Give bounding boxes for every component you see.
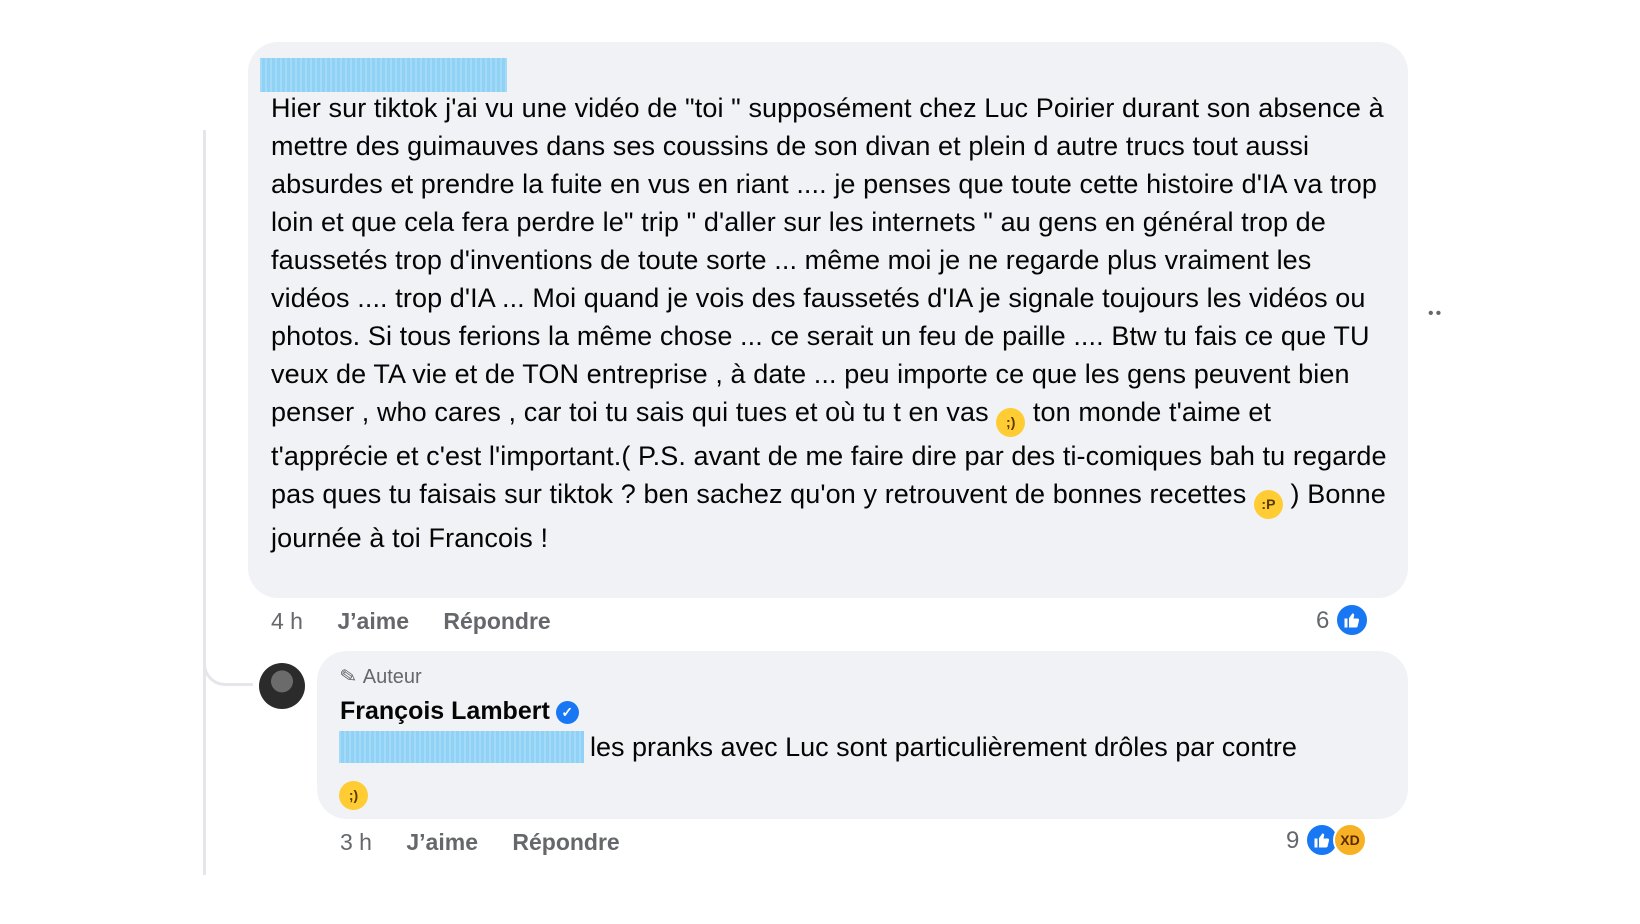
comment-time[interactable]: 4 h: [271, 608, 303, 634]
comment-reply-button[interactable]: Répondre: [443, 608, 550, 634]
haha-reaction-icon[interactable]: XD: [1333, 823, 1367, 857]
comment-text-part-1: Hier sur tiktok j'ai vu une vidéo de "to…: [271, 93, 1384, 427]
thread-line: [203, 130, 206, 875]
reply-actions: 3 h J’aime Répondre: [340, 829, 648, 856]
wink-emoji-icon: ;): [339, 781, 368, 810]
author-name-text[interactable]: François Lambert: [340, 697, 550, 725]
comment-text: Hier sur tiktok j'ai vu une vidéo de "to…: [271, 89, 1391, 557]
author-badge: ✎ Auteur: [338, 664, 422, 690]
comment-actions: 4 h J’aime Répondre: [271, 608, 579, 635]
reply-time[interactable]: 3 h: [340, 829, 372, 855]
reply-reply-button[interactable]: Répondre: [512, 829, 619, 855]
pencil-icon: ✎: [338, 664, 359, 690]
redacted-commenter-name: [260, 58, 507, 92]
like-reaction-icon[interactable]: [1335, 603, 1369, 637]
author-avatar[interactable]: [259, 663, 305, 709]
tongue-emoji-icon: :P: [1253, 490, 1283, 519]
reply-reaction-count[interactable]: 9: [1286, 827, 1299, 855]
redacted-mention: [339, 731, 584, 763]
reply-author-name[interactable]: François Lambert ✓: [340, 697, 579, 726]
comment-reaction-count[interactable]: 6: [1316, 607, 1329, 635]
more-options-icon[interactable]: ••: [1428, 305, 1443, 323]
comment-like-button[interactable]: J’aime: [337, 608, 409, 634]
verified-badge-icon: ✓: [555, 701, 579, 724]
thread-connector: [203, 640, 253, 686]
wink-emoji-icon: ;): [996, 408, 1026, 437]
reply-like-button[interactable]: J’aime: [406, 829, 478, 855]
author-badge-label: Auteur: [362, 666, 422, 688]
reply-text: les pranks avec Luc sont particulièremen…: [339, 728, 1399, 810]
reply-text-body: les pranks avec Luc sont particulièremen…: [590, 732, 1297, 762]
